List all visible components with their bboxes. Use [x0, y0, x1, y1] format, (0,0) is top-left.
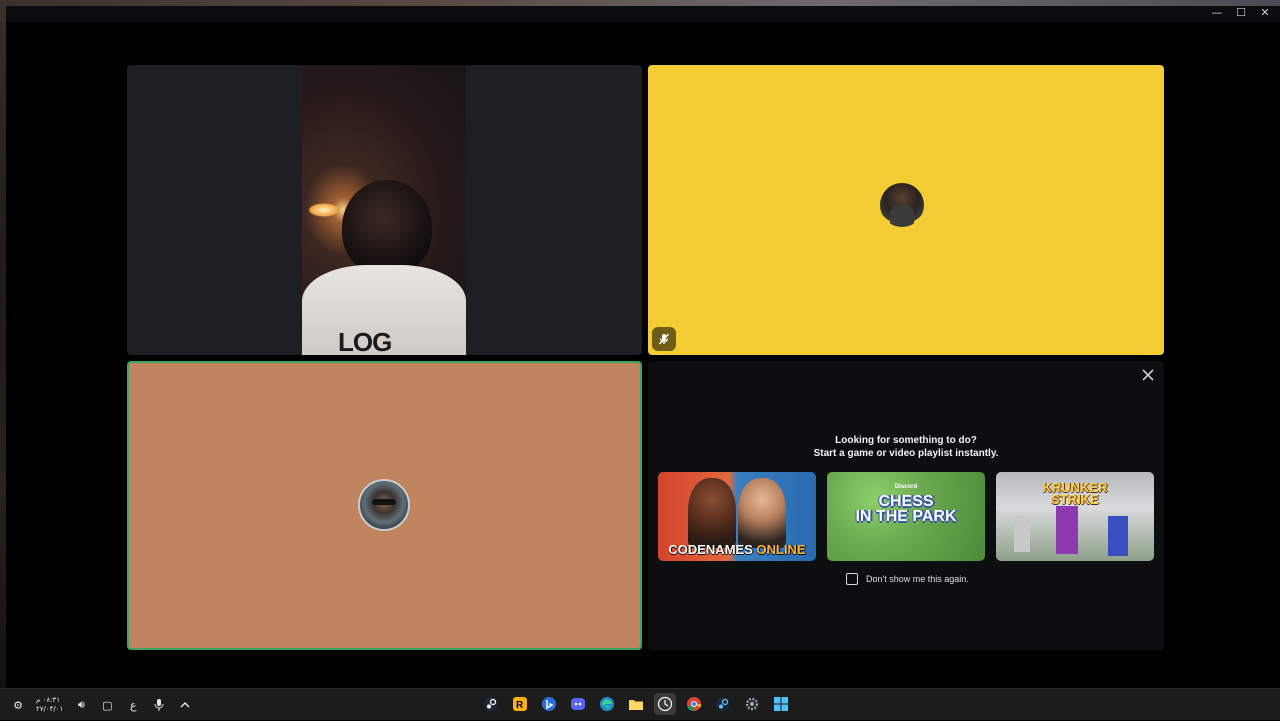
steam-icon[interactable]	[712, 693, 734, 715]
rockstar-icon[interactable]: R	[509, 693, 531, 715]
call-stage: LOG Looking for something to do? Start a…	[6, 22, 1280, 688]
windows-icon[interactable]	[770, 693, 792, 715]
display-icon[interactable]: ▢	[99, 697, 115, 713]
clock-date: ٢٧/٠٣/٠١	[36, 705, 64, 713]
activity-prompt: Looking for something to do? Start a gam…	[648, 434, 1164, 460]
codenames-online-card[interactable]: CODENAMES ONLINE	[658, 472, 816, 561]
close-panel-button[interactable]	[1138, 365, 1158, 385]
dont-show-again-option[interactable]: Don't show me this again.	[846, 573, 969, 585]
card-title-part: IN THE PARK	[855, 508, 957, 525]
clock[interactable]: ٠٨:٣١ م ٢٧/٠٣/٠١	[36, 696, 63, 714]
edge-icon[interactable]	[596, 693, 618, 715]
title-bar: — ☐ ✕	[0, 0, 1280, 22]
prompt-line-1: Looking for something to do?	[835, 435, 977, 446]
agent-man	[738, 478, 786, 548]
shirt-print: LOG	[338, 327, 392, 355]
card-title: CODENAMES ONLINE	[658, 542, 816, 557]
volume-icon[interactable]: 🔊︎	[73, 697, 89, 713]
card-title: CHESS IN THE PARK	[827, 493, 985, 525]
minimize-button[interactable]: —	[1210, 6, 1224, 20]
close-icon	[1142, 369, 1154, 381]
card-title-part: STRIKE	[1051, 492, 1099, 507]
card-title-part: CHESS	[878, 493, 934, 510]
character	[1056, 506, 1078, 554]
dont-show-checkbox[interactable]	[846, 573, 858, 585]
participant-video-tile[interactable]: LOG	[127, 65, 642, 355]
microphone-icon[interactable]	[151, 697, 167, 713]
person-head	[342, 180, 432, 275]
character	[1108, 516, 1128, 556]
activity-cards: CODENAMES ONLINE Discord CHESS IN THE PAR…	[658, 472, 1154, 561]
card-title-part: CODENAMES	[668, 542, 753, 557]
card-title: KRUNKER STRIKE	[996, 481, 1154, 507]
clock-time: ٠٨:٣١ م	[36, 696, 60, 704]
svg-text:R: R	[516, 700, 524, 711]
prompt-line-2: Start a game or video playlist instantly…	[813, 448, 999, 459]
settings-icon[interactable]	[741, 693, 763, 715]
taskbar: ⚙ ٠٨:٣١ م ٢٧/٠٣/٠١ 🔊︎ ▢ ع R	[0, 688, 1280, 720]
maximize-button[interactable]: ☐	[1234, 6, 1248, 20]
participant-tile-yellow[interactable]	[648, 65, 1164, 355]
pinned-apps: R	[480, 693, 792, 717]
clock-app-icon[interactable]	[654, 693, 676, 715]
chrome-icon[interactable]	[683, 693, 705, 715]
avatar	[880, 183, 924, 227]
agent-woman	[688, 478, 736, 548]
system-tray: ⚙ ٠٨:٣١ م ٢٧/٠٣/٠١ 🔊︎ ▢ ع	[10, 689, 193, 721]
steam-icon[interactable]	[480, 693, 502, 715]
activity-suggestions-panel: Looking for something to do? Start a gam…	[648, 361, 1164, 650]
window-controls: — ☐ ✕	[1210, 6, 1272, 20]
language-indicator[interactable]: ع	[125, 697, 141, 713]
file-explorer-icon[interactable]	[625, 693, 647, 715]
title-strip	[6, 6, 1280, 22]
camera-feed: LOG	[302, 65, 466, 355]
discord-icon[interactable]	[567, 693, 589, 715]
lamp-light	[308, 203, 340, 217]
krunker-strike-card[interactable]: KRUNKER STRIKE	[996, 472, 1154, 561]
participant-tile-speaking[interactable]	[127, 361, 642, 650]
card-title-highlight: ONLINE	[756, 542, 806, 557]
mic-muted-icon	[652, 327, 676, 351]
close-window-button[interactable]: ✕	[1258, 6, 1272, 20]
discord-brand: Discord	[894, 484, 918, 490]
avatar	[358, 479, 410, 531]
network-settings-icon[interactable]: ⚙	[10, 697, 26, 713]
character	[1014, 516, 1030, 552]
chevron-up-icon[interactable]	[177, 697, 193, 713]
bing-icon[interactable]	[538, 693, 560, 715]
chess-in-the-park-card[interactable]: Discord CHESS IN THE PARK	[827, 472, 985, 561]
dont-show-label: Don't show me this again.	[866, 574, 969, 584]
